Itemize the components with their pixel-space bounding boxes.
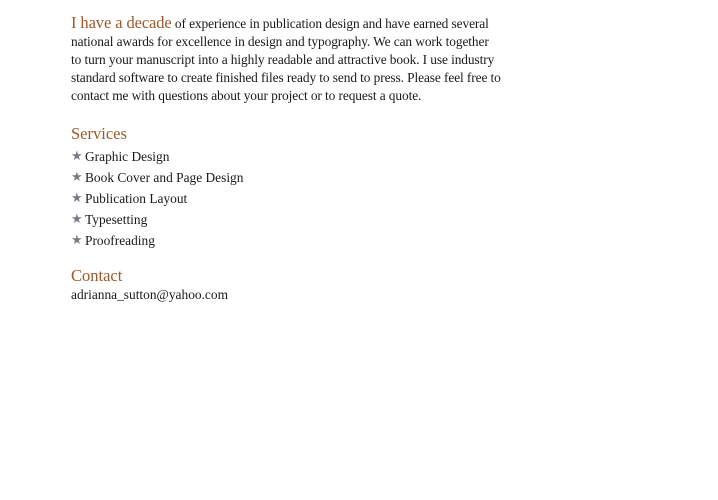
list-item: ★ Typesetting [71, 209, 501, 230]
services-heading: Services [71, 124, 127, 143]
contact-heading: Contact [71, 266, 123, 285]
star-icon: ★ [71, 191, 83, 206]
list-item: ★ Proofreading [71, 230, 501, 251]
service-label: Proofreading [85, 233, 155, 248]
service-label: Graphic Design [85, 149, 170, 164]
main-content: I have a decade of experience in publica… [71, 14, 501, 304]
star-icon: ★ [71, 233, 83, 248]
contact-email-link[interactable]: adrianna_sutton@yahoo.com [71, 286, 501, 304]
service-label: Typesetting [85, 212, 148, 227]
intro-lead: I have a decade [71, 13, 172, 32]
list-item: ★ Publication Layout [71, 188, 501, 209]
service-label: Publication Layout [85, 191, 188, 206]
services-list: ★ Graphic Design ★ Book Cover and Page Des… [71, 146, 501, 251]
star-icon: ★ [71, 149, 83, 164]
star-icon: ★ [71, 170, 83, 185]
intro-paragraph: I have a decade of experience in publica… [71, 14, 501, 105]
service-label: Book Cover and Page Design [85, 170, 244, 185]
star-icon: ★ [71, 212, 83, 227]
list-item: ★ Graphic Design [71, 146, 501, 167]
list-item: ★ Book Cover and Page Design [71, 167, 501, 188]
